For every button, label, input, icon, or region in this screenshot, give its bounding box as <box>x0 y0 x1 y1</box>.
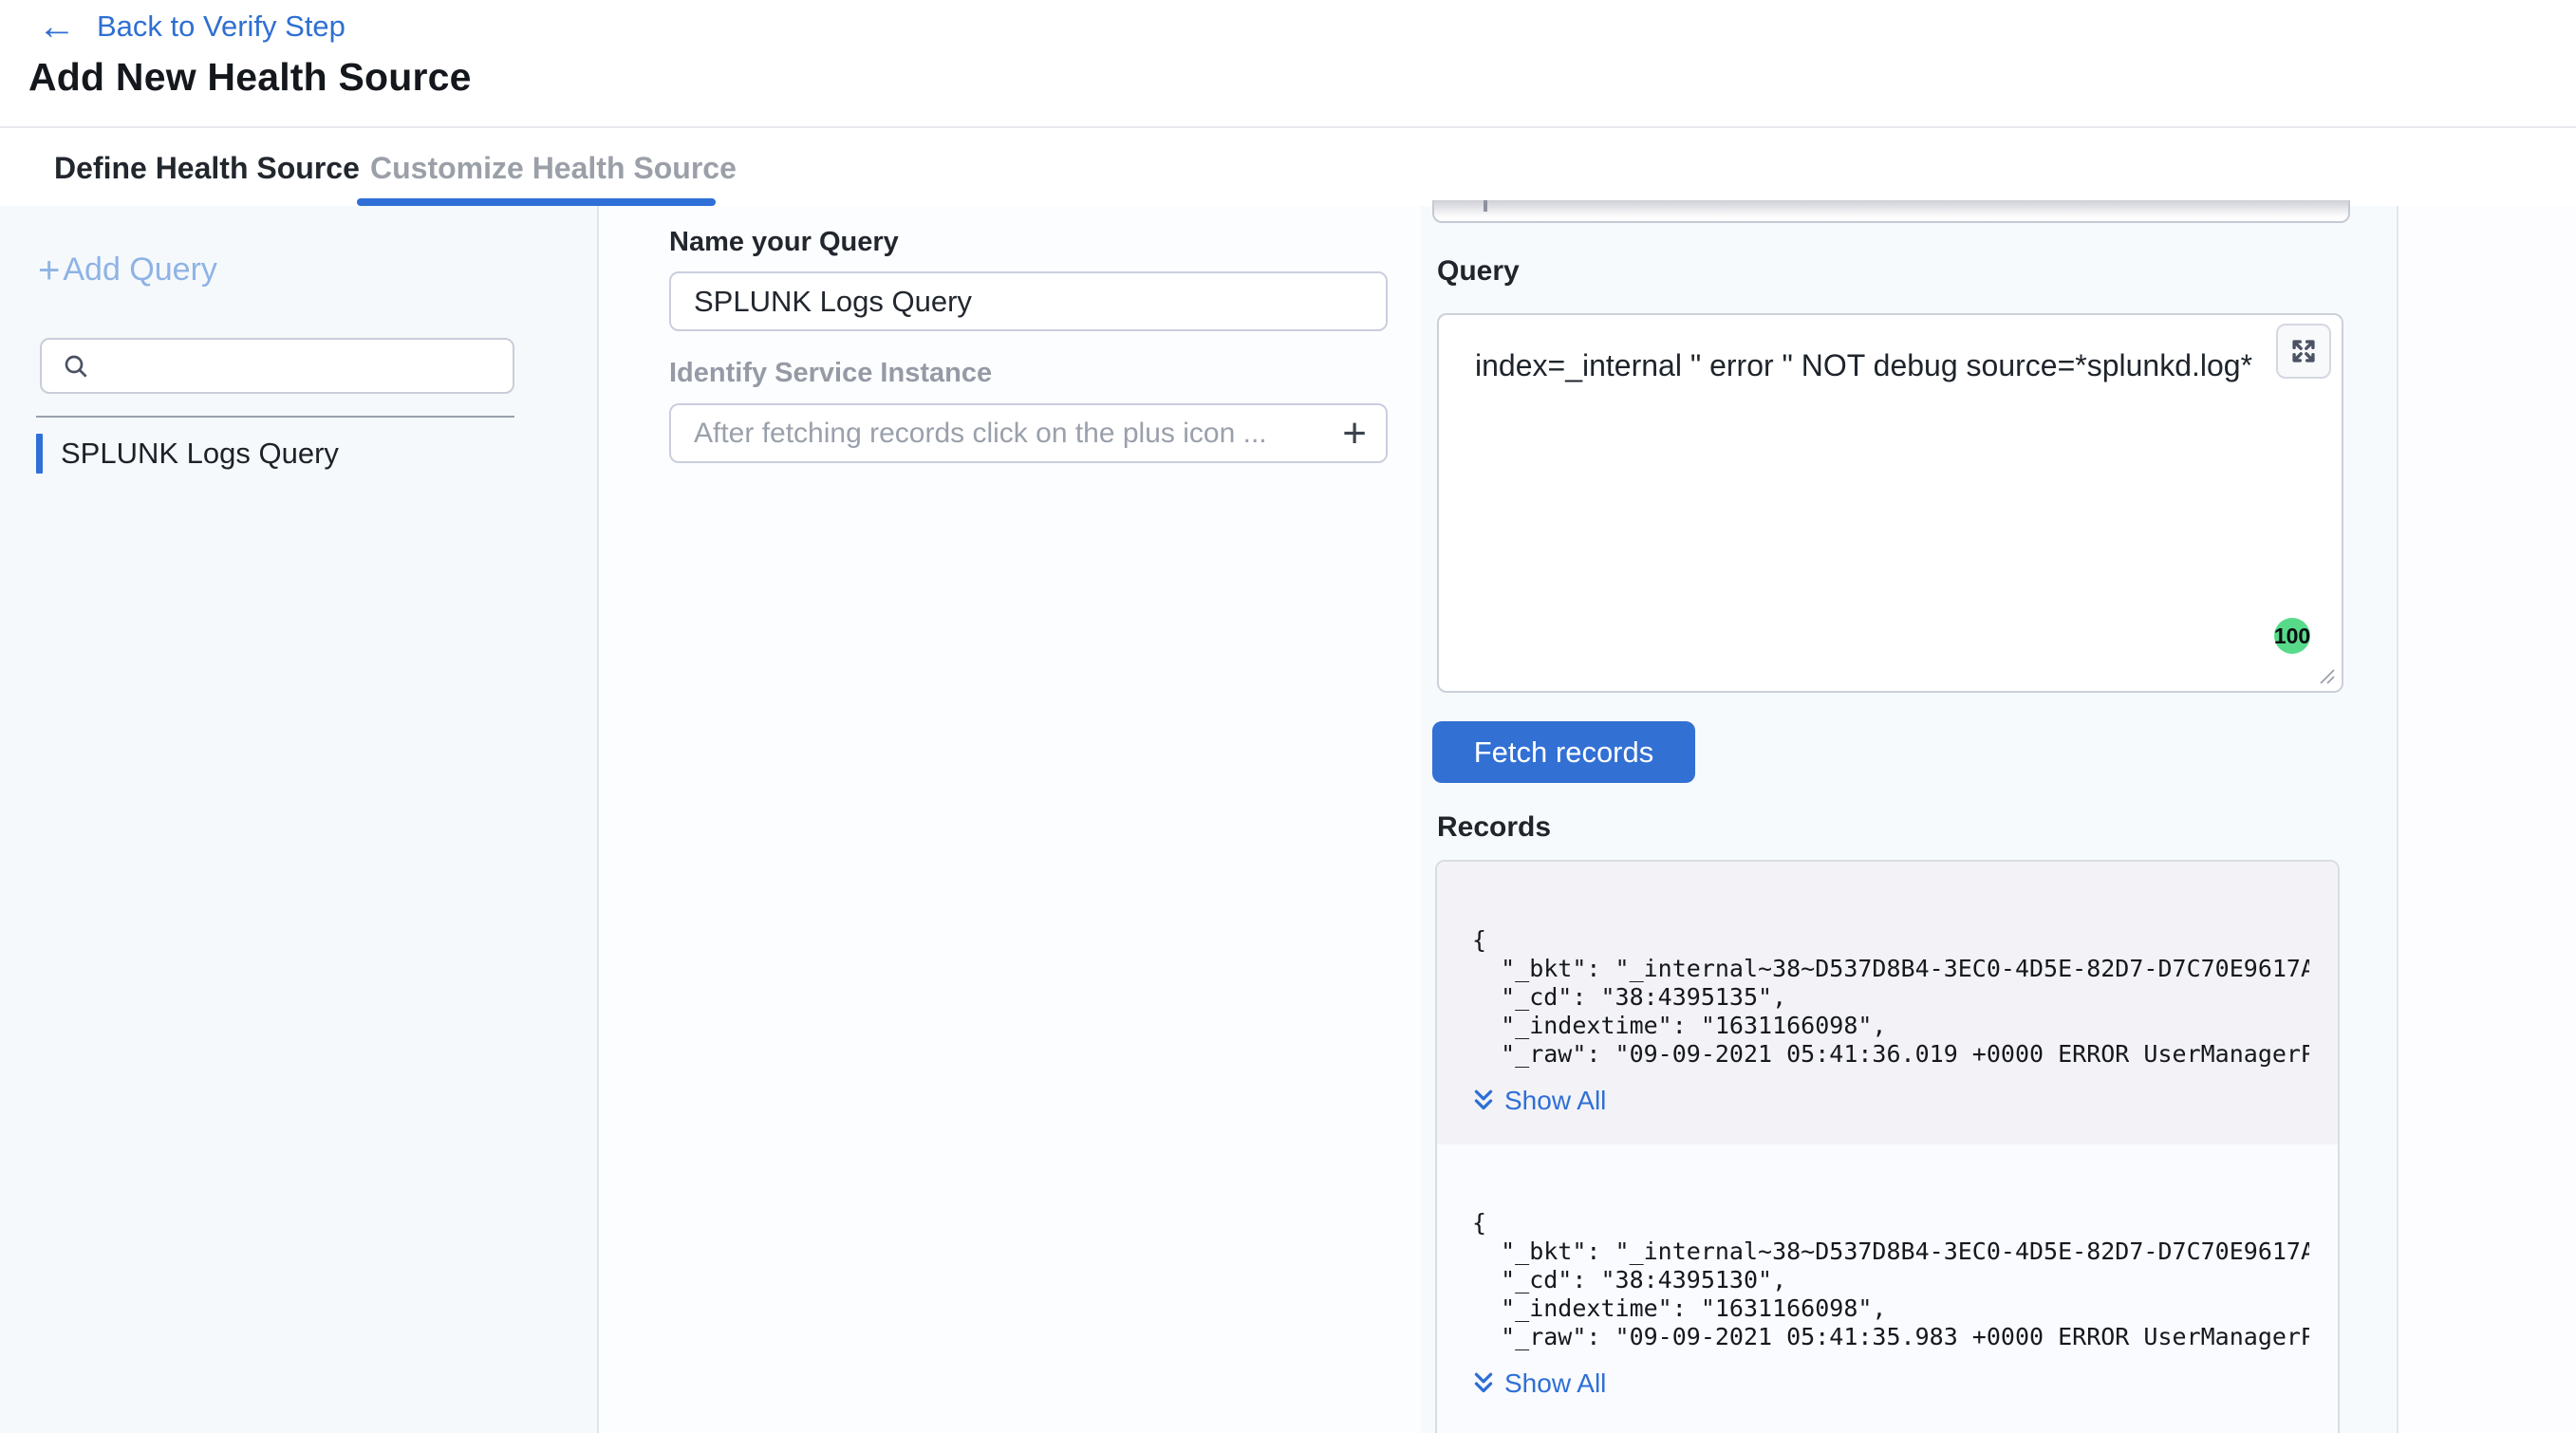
app-header: ← Back to Verify Step Add New Health Sou… <box>0 0 2576 126</box>
show-all-label: Show All <box>1504 1368 1606 1399</box>
back-to-verify-link[interactable]: ← Back to Verify Step <box>38 9 345 44</box>
back-link-label: Back to Verify Step <box>97 9 345 44</box>
truncated-text-artifact <box>1484 200 1487 212</box>
fetch-records-button[interactable]: Fetch records <box>1432 721 1695 783</box>
query-label: Query <box>1437 255 1520 288</box>
service-instance-field: + <box>669 403 1388 463</box>
right-edge-area <box>2399 206 2576 1433</box>
query-editor[interactable]: index=_internal " error " NOT debug sour… <box>1437 313 2343 693</box>
service-instance-input[interactable] <box>694 418 1342 450</box>
expand-icon <box>2287 335 2320 367</box>
record-count-badge: 100 <box>2274 618 2310 654</box>
double-chevron-down-icon <box>1472 1089 1495 1113</box>
tab-define-health-source[interactable]: Define Health Source <box>54 151 360 186</box>
selected-query-indicator <box>36 434 43 474</box>
show-all-label: Show All <box>1504 1086 1606 1116</box>
show-all-link[interactable]: Show All <box>1472 1368 2309 1427</box>
page-title: Add New Health Source <box>28 55 472 100</box>
query-form-column: Name your Query Identify Service Instanc… <box>599 206 1421 1433</box>
sidebar-divider <box>36 416 514 418</box>
records-label: Records <box>1437 811 1551 844</box>
active-tab-underline <box>357 198 716 206</box>
record-json-line: "_indextime": "1631166098", <box>1472 1012 2309 1040</box>
record-json-line: "_raw": "09-09-2021 05:41:35.983 +0000 E… <box>1472 1323 2309 1351</box>
back-arrow-icon: ← <box>38 11 76 42</box>
record-json-line: "_bkt": "_internal~38~D537D8B4-3EC0-4D5E… <box>1472 1238 2309 1266</box>
query-search-box <box>40 338 514 394</box>
truncated-input[interactable] <box>1432 200 2350 223</box>
sidebar-item-splunk-logs-query[interactable]: SPLUNK Logs Query <box>36 431 549 476</box>
plus-icon: + <box>38 254 60 287</box>
query-sidebar: + Add Query SPLUNK Logs Query <box>0 206 599 1433</box>
query-text: index=_internal " error " NOT debug sour… <box>1475 348 2252 383</box>
add-service-instance-plus-icon[interactable]: + <box>1342 415 1367 453</box>
double-chevron-down-icon <box>1472 1371 1495 1396</box>
record-json-line: { <box>1472 926 2309 955</box>
show-all-link[interactable]: Show All <box>1472 1086 2309 1145</box>
record-json-line: "_cd": "38:4395135", <box>1472 983 2309 1012</box>
query-search-input[interactable] <box>104 350 484 382</box>
record-card: { "_bkt": "_internal~38~D537D8B4-3EC0-4D… <box>1437 862 2338 1145</box>
record-json-line: "_indextime": "1631166098", <box>1472 1294 2309 1323</box>
query-item-label: SPLUNK Logs Query <box>61 437 339 471</box>
record-card: { "_bkt": "_internal~38~D537D8B4-3EC0-4D… <box>1437 1145 2338 1433</box>
tab-customize-health-source[interactable]: Customize Health Source <box>370 151 737 186</box>
content-area: + Add Query SPLUNK Logs Query Name your … <box>0 206 2576 1433</box>
add-query-label: Add Query <box>63 251 217 288</box>
record-json-line: "_cd": "38:4395130", <box>1472 1266 2309 1294</box>
identify-service-instance-label: Identify Service Instance <box>669 358 992 389</box>
query-name-input[interactable] <box>669 271 1388 331</box>
record-json-line: { <box>1472 1209 2309 1238</box>
query-records-column: Query index=_internal " error " NOT debu… <box>1421 206 2399 1433</box>
textarea-resize-grip[interactable] <box>2315 664 2338 687</box>
search-icon <box>61 351 91 382</box>
name-your-query-label: Name your Query <box>669 227 899 258</box>
add-query-button[interactable]: + Add Query <box>38 251 217 288</box>
record-json-line: "_raw": "09-09-2021 05:41:36.019 +0000 E… <box>1472 1040 2309 1069</box>
expand-query-button[interactable] <box>2276 324 2331 379</box>
record-json-line: "_bkt": "_internal~38~D537D8B4-3EC0-4D5E… <box>1472 955 2309 983</box>
records-panel: { "_bkt": "_internal~38~D537D8B4-3EC0-4D… <box>1435 860 2340 1433</box>
tab-bar: Define Health Source Customize Health So… <box>0 126 2576 206</box>
